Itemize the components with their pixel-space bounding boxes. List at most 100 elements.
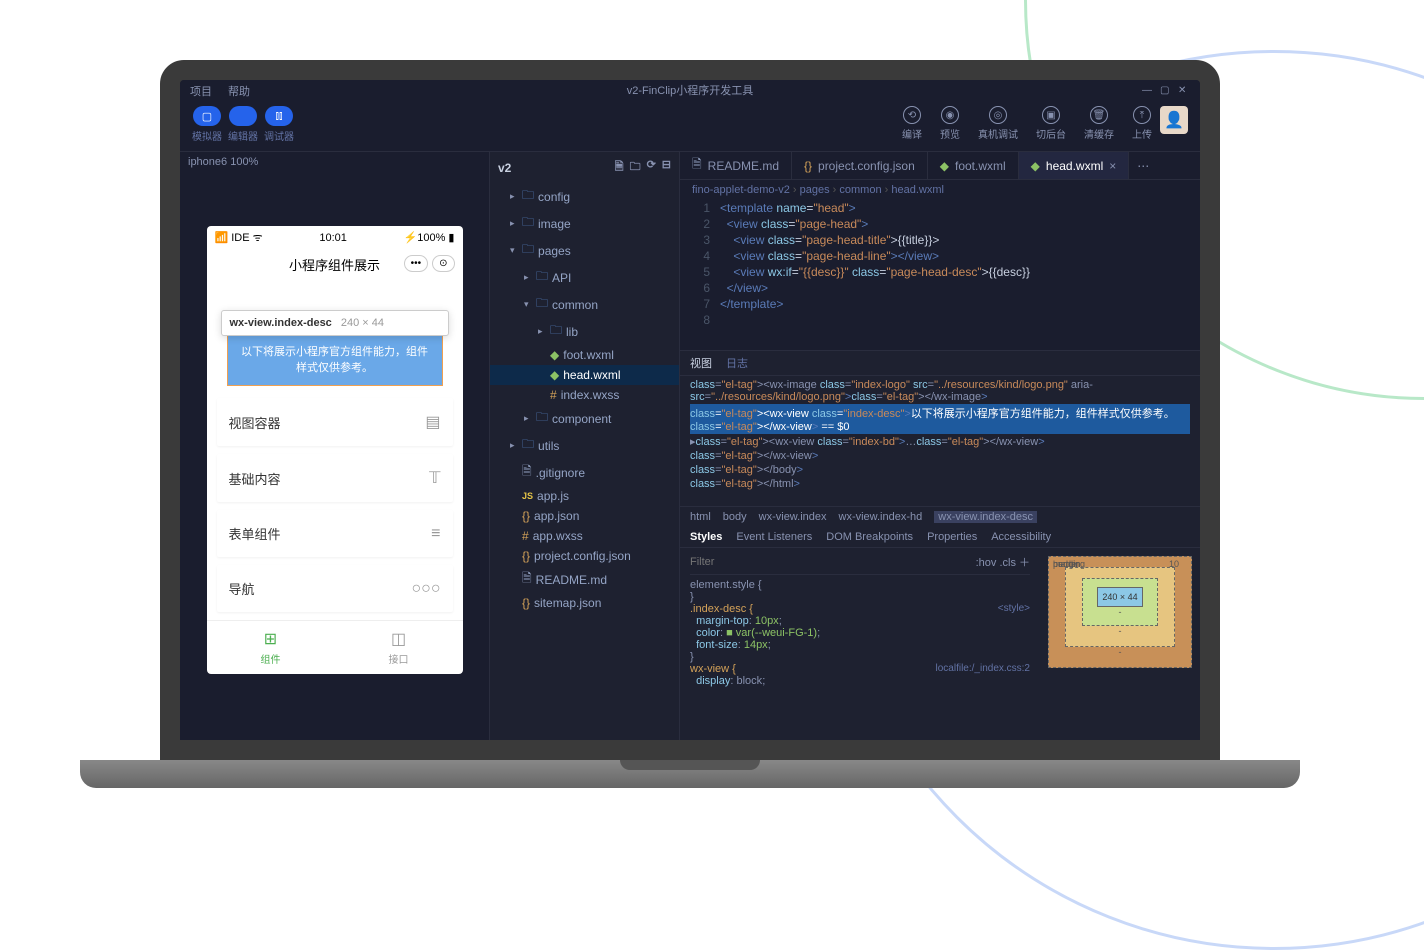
tree-file[interactable]: {}app.json [490,506,679,526]
list-item[interactable]: 视图容器▤ [217,398,453,446]
box-content-size: 240 × 44 [1097,587,1143,607]
phone-preview: 📶 IDE ᯤ 10:01 ⚡100% ▮ 小程序组件展示 ••• ⊙ wx-v… [207,226,463,674]
crumb[interactable]: common [839,184,891,196]
new-folder-icon[interactable]: 🗀 [630,158,641,177]
tree-folder[interactable]: ▸🗀image [490,210,679,237]
tool-真机调试[interactable]: ◎真机调试 [978,106,1018,141]
app-window: 项目 帮助 v2-FinClip小程序开发工具 — ▢ ✕ ▢ 模拟器 编辑器 … [160,60,1220,760]
signal-indicator: 📶 IDE ᯤ [215,230,263,245]
tree-folder[interactable]: ▸🗀lib [490,318,679,345]
element-row[interactable]: class="el-tag"></body> [690,463,1190,477]
tree-folder[interactable]: ▸🗀API [490,264,679,291]
styles-subtab[interactable]: Styles [690,531,722,543]
editor-tab[interactable]: ◆foot.wxml [928,152,1019,179]
tree-folder[interactable]: ▸🗀utils [490,432,679,459]
tool-预览[interactable]: ◉预览 [940,106,960,141]
tool-清缓存[interactable]: 🗑清缓存 [1084,106,1114,141]
maximize-button[interactable]: ▢ [1160,85,1172,97]
code-editor[interactable]: 12345678 <template name="head"> <view cl… [680,200,1160,350]
project-root[interactable]: v2 [498,161,511,175]
editor-tab[interactable]: ◆head.wxml× [1019,152,1130,179]
crumb[interactable]: head.wxml [891,184,944,196]
tree-file[interactable]: {}sitemap.json [490,593,679,613]
devtools-tab[interactable]: 日志 [726,355,748,371]
tree-file[interactable]: #app.wxss [490,526,679,546]
element-row[interactable]: class="el-tag"></html> [690,477,1190,491]
crumb[interactable]: pages [800,184,840,196]
element-row[interactable]: ▸class="el-tag"><wx-view class="index-bd… [690,434,1190,449]
device-info: iphone6 100% [188,152,481,176]
element-breadcrumb: html body wx-view.index wx-view.index-hd wx-… [680,506,1200,527]
tree-file[interactable]: 🗎.gitignore [490,459,679,486]
header-close-button[interactable]: ⊙ [432,255,454,272]
elements-panel[interactable]: class="el-tag"><wx-image class="index-lo… [680,376,1200,506]
crumb[interactable]: fino-applet-demo-v2 [692,184,800,196]
close-button[interactable]: ✕ [1178,85,1190,97]
battery-indicator: ⚡100% ▮ [404,231,455,244]
top-toolbar: ▢ 模拟器 编辑器 ⫾⫾ 调试器 ⟲编译 ◉预览 ◎真机调试 ▣切后台 🗑清缓存… [180,102,1200,152]
tree-file[interactable]: {}project.config.json [490,546,679,566]
tool-切后台[interactable]: ▣切后台 [1036,106,1066,141]
collapse-icon[interactable]: ⊟ [662,158,671,177]
app-header: 小程序组件展示 ••• ⊙ [207,249,463,280]
editor-tab[interactable]: {}project.config.json [792,152,928,179]
tree-folder[interactable]: ▾🗀common [490,291,679,318]
element-crumb[interactable]: wx-view.index-hd [839,511,923,523]
tab-overflow[interactable]: ⋯ [1129,152,1157,179]
breadcrumb: fino-applet-demo-v2pagescommonhead.wxml [680,180,1200,200]
tree-folder[interactable]: ▾🗀pages [490,237,679,264]
tool-编译[interactable]: ⟲编译 [902,106,922,141]
element-row[interactable]: class="el-tag"></wx-view> [690,449,1190,463]
gutter: 12345678 [680,200,720,350]
menubar: 项目 帮助 v2-FinClip小程序开发工具 — ▢ ✕ [180,80,1200,102]
element-crumb[interactable]: wx-view.index [759,511,827,523]
close-icon[interactable]: × [1109,159,1116,173]
laptop-frame: 项目 帮助 v2-FinClip小程序开发工具 — ▢ ✕ ▢ 模拟器 编辑器 … [160,60,1220,788]
user-avatar[interactable]: 👤 [1160,106,1188,134]
refresh-icon[interactable]: ⟳ [647,158,656,177]
menu-project[interactable]: 项目 [190,83,212,99]
tree-file[interactable]: ◆foot.wxml [490,345,679,365]
toolbar-调试器[interactable]: ⫾⫾ 调试器 [264,106,294,143]
tree-file[interactable]: #index.wxss [490,385,679,405]
tool-上传[interactable]: ⤒上传 [1132,106,1152,141]
element-row[interactable]: class="el-tag"><wx-view class="index-des… [690,404,1190,434]
style-filter-input[interactable] [690,554,976,570]
style-rules[interactable]: :hov .cls ＋ element.style { } <style>.in… [680,548,1040,746]
menu-help[interactable]: 帮助 [228,83,250,99]
styles-subtab[interactable]: Event Listeners [736,531,812,543]
hov-toggle[interactable]: :hov .cls ＋ [976,554,1030,570]
devtools-tab[interactable]: 视图 [690,355,712,371]
list-item[interactable]: 基础内容𝕋 [217,454,453,502]
file-explorer: v2 🗎 🗀 ⟳ ⊟ ▸🗀config ▸🗀image ▾🗀pages ▸🗀AP… [490,152,680,746]
tree-file[interactable]: JSapp.js [490,486,679,506]
tree-file[interactable]: 🗎README.md [490,566,679,593]
toolbar-模拟器[interactable]: ▢ 模拟器 [192,106,222,143]
laptop-base [80,760,1300,788]
list-item[interactable]: 表单组件≡ [217,510,453,557]
app-title: 小程序组件展示 [289,258,380,273]
styles-subtab[interactable]: Accessibility [991,531,1051,543]
element-row[interactable]: class="el-tag"><wx-image class="index-lo… [690,378,1190,404]
tree-file[interactable]: ◆head.wxml [490,365,679,385]
styles-tab-strip: Styles Event Listeners DOM Breakpoints Prop… [680,527,1200,548]
element-crumb[interactable]: body [723,511,747,523]
header-menu-button[interactable]: ••• [404,255,429,272]
tree-folder[interactable]: ▸🗀config [490,183,679,210]
tabbar-item[interactable]: ⊞组件 [207,621,335,674]
list-item[interactable]: 导航○○○ [217,565,453,612]
tree-folder[interactable]: ▸🗀component [490,405,679,432]
highlighted-element: 以下将展示小程序官方组件能力，组件样式仅供参考。 [227,332,443,386]
toolbar-编辑器[interactable]: 编辑器 [228,106,258,143]
element-crumb[interactable]: html [690,511,711,523]
minimize-button[interactable]: — [1142,85,1154,97]
element-crumb[interactable]: wx-view.index-desc [934,511,1037,523]
time-indicator: 10:01 [263,232,404,244]
editor-tab[interactable]: 🗎README.md [680,152,792,179]
tabbar-item[interactable]: ◫接口 [335,621,463,674]
styles-subtab[interactable]: Properties [927,531,977,543]
editor-tab-strip: 🗎README.md {}project.config.json ◆foot.w… [680,152,1200,180]
new-file-icon[interactable]: 🗎 [615,158,624,177]
styles-subtab[interactable]: DOM Breakpoints [826,531,913,543]
box-model: margin 10 border padding 240 × 44 - [1040,548,1200,746]
